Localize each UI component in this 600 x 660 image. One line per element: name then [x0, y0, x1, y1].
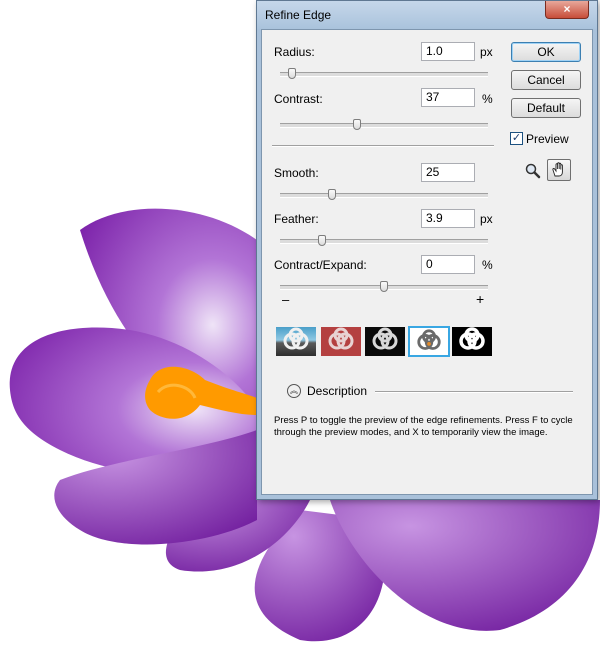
dialog-body: Radius: 1.0 px Contrast: 37 % Smooth: 25… — [261, 29, 593, 495]
smooth-field[interactable]: 25 — [421, 163, 475, 182]
preview-mode-on-black[interactable] — [365, 327, 405, 356]
dialog-title: Refine Edge — [265, 8, 332, 22]
title-bar[interactable]: Refine Edge × — [257, 1, 597, 29]
preview-mode-on-white[interactable] — [408, 326, 450, 357]
contract-expand-label: Contract/Expand: — [274, 258, 367, 272]
section-divider — [272, 145, 494, 147]
radius-unit: px — [480, 45, 493, 59]
contract-expand-slider-thumb[interactable] — [380, 281, 388, 292]
contrast-slider-track[interactable] — [280, 123, 488, 128]
description-toggle-icon[interactable]: ︽ — [287, 384, 301, 398]
preview-mode-mask[interactable] — [452, 327, 492, 356]
preview-label: Preview — [526, 132, 569, 146]
description-text: Press P to toggle the preview of the edg… — [274, 415, 573, 438]
plus-label: + — [476, 291, 485, 307]
feather-field[interactable]: 3.9 — [421, 209, 475, 228]
contrast-field[interactable]: 37 — [421, 88, 475, 107]
preview-mode-quick-mask[interactable] — [321, 327, 361, 356]
smooth-slider-thumb[interactable] — [328, 189, 336, 200]
description-divider — [375, 391, 573, 393]
feather-label: Feather: — [274, 212, 319, 226]
description-header: Description — [307, 384, 368, 398]
refine-edge-dialog: Refine Edge × Radius: 1.0 px Contrast: 3… — [256, 0, 598, 500]
close-button[interactable]: × — [545, 1, 589, 19]
ok-button[interactable]: OK — [511, 42, 581, 62]
zoom-icon[interactable] — [522, 160, 546, 182]
radius-slider-track[interactable] — [280, 72, 488, 77]
smooth-slider-track[interactable] — [280, 193, 488, 198]
minus-label: – — [282, 292, 290, 307]
feather-slider-thumb[interactable] — [317, 235, 326, 246]
radius-label: Radius: — [274, 45, 315, 59]
radius-slider-thumb[interactable] — [288, 68, 297, 79]
smooth-label: Smooth: — [274, 166, 319, 180]
default-button[interactable]: Default — [511, 98, 581, 118]
contrast-unit: % — [482, 92, 493, 106]
preview-mode-standard[interactable] — [276, 327, 316, 356]
contrast-label: Contrast: — [274, 92, 323, 106]
radius-field[interactable]: 1.0 — [421, 42, 475, 61]
feather-unit: px — [480, 212, 493, 226]
contrast-slider-thumb[interactable] — [352, 119, 361, 130]
feather-slider-track[interactable] — [280, 239, 488, 244]
preview-checkbox[interactable]: ✓ — [510, 132, 523, 145]
hand-icon[interactable] — [547, 159, 571, 181]
contract-expand-field[interactable]: 0 — [421, 255, 475, 274]
contract-expand-unit: % — [482, 258, 493, 272]
cancel-button[interactable]: Cancel — [511, 70, 581, 90]
